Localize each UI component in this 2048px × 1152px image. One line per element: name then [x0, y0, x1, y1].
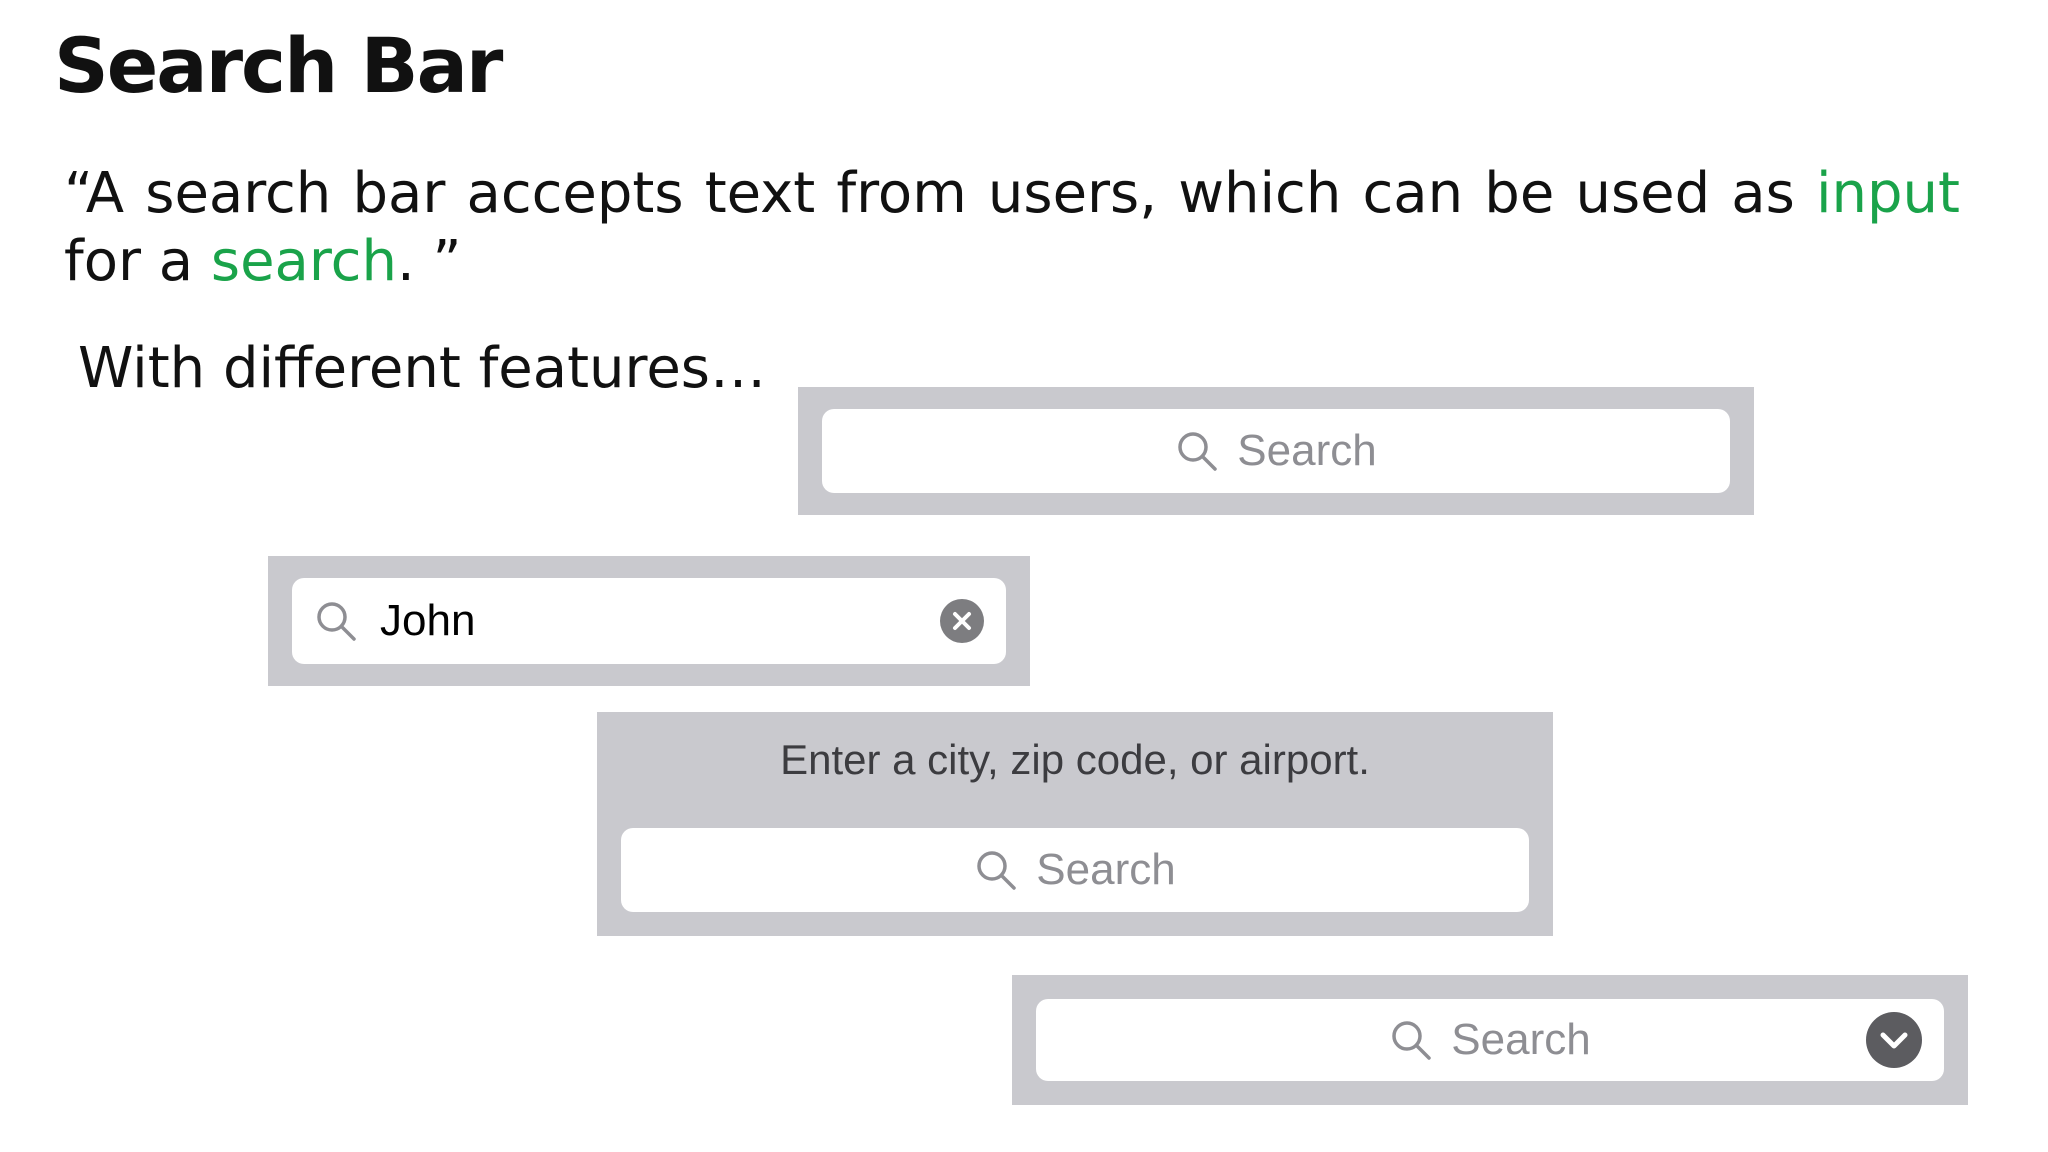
- search-bar-with-prompt: Enter a city, zip code, or airport. Sear…: [597, 712, 1553, 936]
- slide-title: Search Bar: [54, 21, 503, 110]
- slide-quote: “A search bar accepts text from users, w…: [64, 160, 1960, 296]
- search-bar-with-dropdown: Search: [1012, 975, 1968, 1105]
- search-placeholder: Search: [1451, 1015, 1591, 1064]
- quote-text-middle: for a: [64, 229, 211, 294]
- search-input[interactable]: Search: [1036, 999, 1944, 1081]
- chevron-down-circle-icon[interactable]: [1866, 1012, 1922, 1068]
- quote-text-end: . ”: [396, 229, 462, 294]
- search-prompt: Enter a city, zip code, or airport.: [780, 736, 1370, 783]
- quote-text-start: “A search bar accepts text from users, w…: [64, 161, 1816, 226]
- search-input[interactable]: John: [292, 578, 1006, 664]
- search-value: John: [380, 596, 476, 645]
- features-caption: With different features…: [78, 336, 766, 401]
- magnifying-glass-icon: [974, 848, 1018, 892]
- quote-highlight-input: input: [1815, 161, 1960, 226]
- quote-highlight-search: search: [210, 229, 397, 294]
- search-input[interactable]: Search: [822, 409, 1730, 493]
- search-placeholder: Search: [1237, 426, 1377, 475]
- search-input[interactable]: Search: [621, 828, 1529, 912]
- search-bar-with-clear: John: [268, 556, 1030, 686]
- clear-circle-icon[interactable]: [940, 599, 984, 643]
- search-placeholder: Search: [1036, 845, 1176, 894]
- magnifying-glass-icon: [1389, 1018, 1433, 1062]
- search-bar-plain: Search: [798, 387, 1754, 515]
- magnifying-glass-icon: [314, 599, 358, 643]
- magnifying-glass-icon: [1175, 429, 1219, 473]
